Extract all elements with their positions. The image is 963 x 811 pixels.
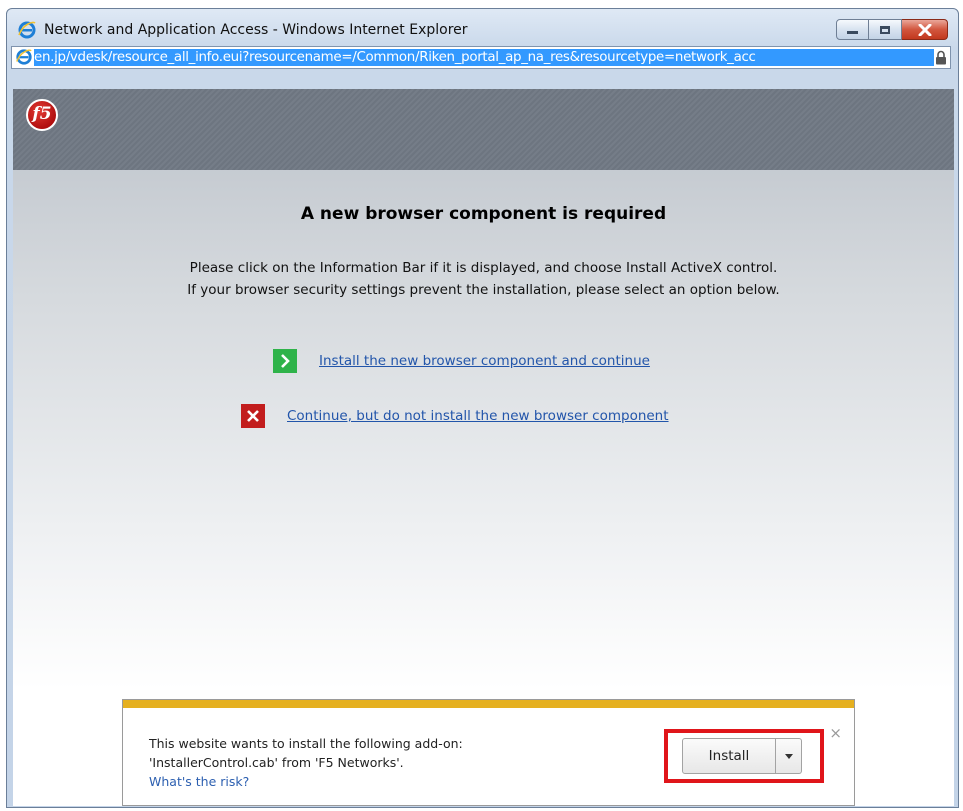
window-title: Network and Application Access - Windows… bbox=[44, 22, 468, 38]
instruction-line-2: If your browser security settings preven… bbox=[187, 282, 780, 298]
install-component-link[interactable]: Install the new browser component and co… bbox=[319, 353, 650, 369]
f5-logo: f5 bbox=[26, 99, 58, 131]
page-heading: A new browser component is required bbox=[300, 204, 667, 224]
notification-line-1: This website wants to install the follow… bbox=[149, 736, 463, 751]
maximize-icon bbox=[880, 25, 890, 34]
x-icon[interactable] bbox=[241, 404, 265, 428]
close-window-button[interactable] bbox=[902, 19, 948, 40]
whats-the-risk-link[interactable]: What's the risk? bbox=[149, 772, 463, 791]
notification-accent-bar bbox=[123, 700, 854, 708]
window-controls bbox=[836, 19, 948, 40]
chevron-right-icon[interactable] bbox=[273, 349, 297, 373]
minimize-button[interactable] bbox=[836, 19, 869, 40]
notification-message: This website wants to install the follow… bbox=[149, 734, 463, 791]
install-option[interactable]: Install the new browser component and co… bbox=[273, 349, 650, 373]
lock-icon[interactable] bbox=[935, 50, 947, 65]
url-text[interactable]: en.jp/vdesk/resource_all_info.eui?resour… bbox=[34, 49, 934, 66]
ie-icon bbox=[18, 21, 36, 39]
close-icon bbox=[918, 23, 931, 36]
address-bar[interactable]: en.jp/vdesk/resource_all_info.eui?resour… bbox=[11, 46, 951, 69]
instructions: Please click on the Information Bar if i… bbox=[13, 257, 954, 301]
ie-icon bbox=[16, 49, 32, 65]
maximize-button[interactable] bbox=[869, 19, 902, 40]
notification-close-button[interactable]: × bbox=[829, 724, 842, 742]
no-install-option[interactable]: Continue, but do not install the new bro… bbox=[241, 404, 669, 428]
install-highlight-annotation bbox=[664, 729, 824, 783]
instruction-line-1: Please click on the Information Bar if i… bbox=[189, 260, 778, 276]
f5-header-banner: f5 bbox=[13, 89, 954, 170]
notification-line-2: 'InstallerControl.cab' from 'F5 Networks… bbox=[149, 755, 404, 770]
minimize-icon bbox=[847, 31, 858, 34]
continue-without-install-link[interactable]: Continue, but do not install the new bro… bbox=[287, 408, 669, 424]
